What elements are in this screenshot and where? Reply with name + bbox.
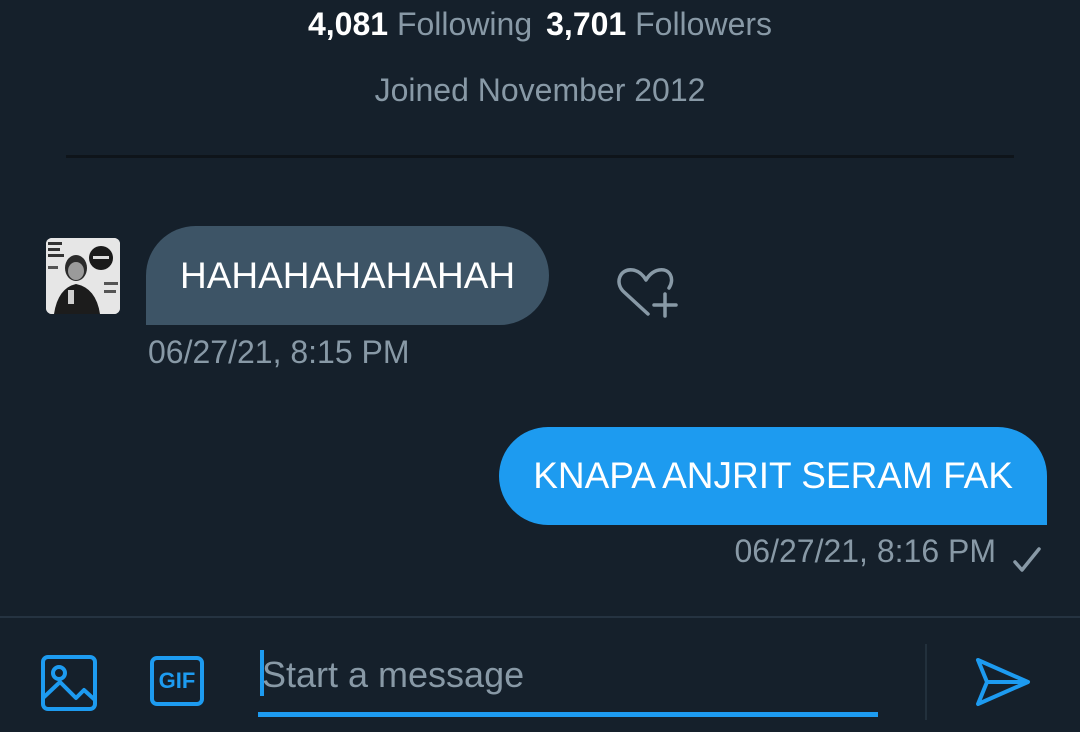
send-button[interactable] [974,656,1032,708]
gif-icon: GIF [158,668,196,693]
media-icon [41,655,97,711]
composer-divider [0,616,1080,618]
avatar[interactable] [46,238,120,314]
outgoing-message-bubble[interactable]: KNAPA ANJRIT SERAM FAK [499,427,1047,525]
followers-count[interactable]: 3,701 [546,6,626,42]
text-caret [260,650,264,696]
message-timestamp: 06/27/21, 8:16 PM [734,533,996,569]
message-input[interactable] [258,640,878,710]
send-icon [976,658,1030,706]
composer-separator [925,644,927,720]
media-button[interactable] [40,654,98,712]
followers-label[interactable]: Followers [635,6,772,42]
message-timestamp: 06/27/21, 8:15 PM [148,334,410,370]
gif-button[interactable]: GIF [150,656,204,706]
incoming-message-bubble[interactable]: HAHAHAHAHAHAH [146,226,550,325]
check-icon [1013,547,1041,572]
joined-date: Joined November 2012 [374,72,706,108]
heart-plus-icon [617,268,678,318]
following-label[interactable]: Following [397,6,532,42]
divider [66,155,1014,158]
message-text: HAHAHAHAHAHAH [180,254,516,296]
add-reaction-button[interactable] [612,262,682,322]
dm-conversation: 4,081 Following 3,701 Followers Joined No… [0,0,1080,732]
message-text: KNAPA ANJRIT SERAM FAK [533,455,1013,496]
profile-stats: 4,081 Following 3,701 Followers [0,6,1080,43]
following-count[interactable]: 4,081 [308,6,388,42]
input-underline [258,712,878,717]
